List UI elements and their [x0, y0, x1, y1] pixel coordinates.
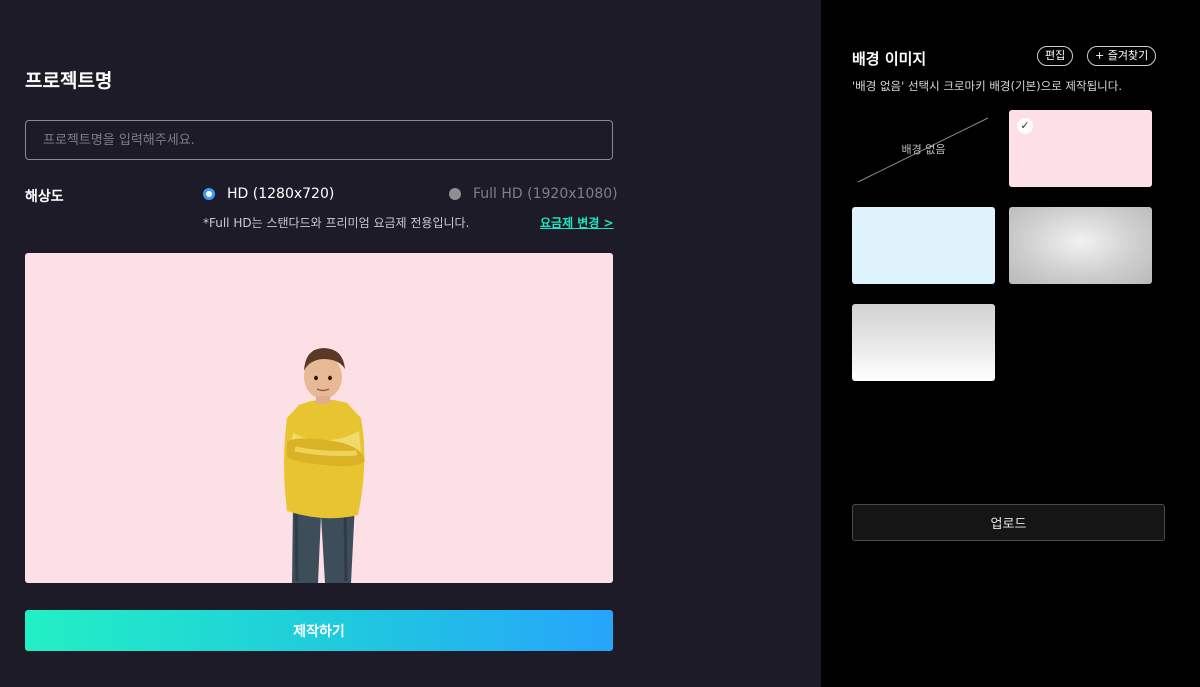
upload-button[interactable]: 업로드 [852, 504, 1165, 541]
radio-hd-label: HD (1280x720) [227, 186, 335, 202]
radio-unselected-icon [449, 188, 461, 200]
background-none-label: 배경 없음 [901, 143, 946, 156]
radio-full-hd-label: Full HD (1920x1080) [473, 186, 618, 202]
radio-full-hd[interactable]: Full HD (1920x1080) [449, 186, 618, 202]
avatar-preview [25, 253, 613, 583]
edit-button[interactable]: 편집 [1037, 46, 1074, 66]
resolution-note: *Full HD는 스탠다드와 프리미엄 요금제 전용입니다. [203, 216, 470, 230]
background-panel: 배경 이미지 편집 + 즐겨찾기 '배경 없음' 선택시 크로마키 배경(기본)… [821, 0, 1200, 687]
background-title: 배경 이미지 [852, 50, 927, 68]
change-plan-link[interactable]: 요금제 변경 > [540, 214, 614, 231]
project-panel: 프로젝트명 해상도 HD (1280x720) Full HD (1920x10… [0, 0, 821, 687]
project-title: 프로젝트명 [25, 70, 113, 92]
background-light-blue-thumb[interactable] [852, 207, 995, 284]
background-description: '배경 없음' 선택시 크로마키 배경(기본)으로 제작됩니다. [852, 79, 1122, 93]
background-grey-radial-thumb[interactable] [1009, 207, 1152, 284]
background-pink-thumb[interactable]: ✓ [1009, 110, 1152, 187]
radio-hd[interactable]: HD (1280x720) [203, 186, 334, 202]
background-none-thumb[interactable]: 배경 없음 [852, 110, 995, 187]
radio-selected-icon [203, 188, 215, 200]
project-name-input[interactable] [25, 120, 613, 160]
check-icon: ✓ [1017, 118, 1033, 134]
make-video-button[interactable]: 제작하기 [25, 610, 613, 651]
resolution-label: 해상도 [25, 189, 64, 205]
background-silver-gradient-thumb[interactable] [852, 304, 995, 381]
favorites-button[interactable]: + 즐겨찾기 [1087, 46, 1157, 66]
child-avatar-image [284, 348, 365, 583]
